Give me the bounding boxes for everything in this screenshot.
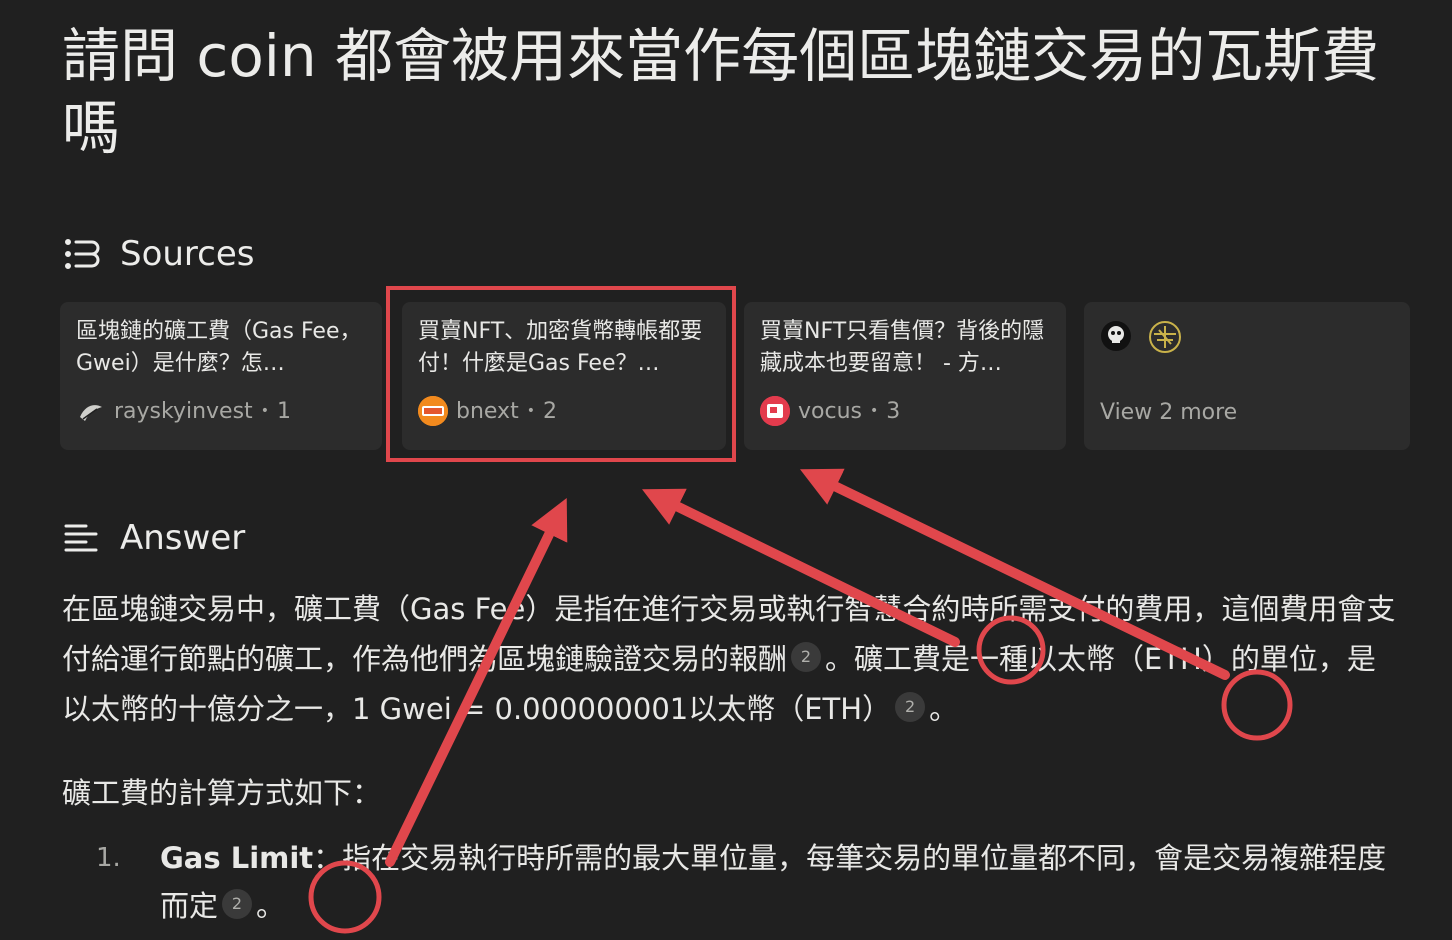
skull-favicon-icon xyxy=(1101,321,1131,351)
list-number: 1. xyxy=(96,843,121,873)
source-site-name: rayskyinvest xyxy=(114,398,253,424)
sources-icon xyxy=(65,239,100,269)
sources-label: Sources xyxy=(120,234,255,274)
source-card-title: 買賣NFT只看售價？背後的隱藏成本也要留意！ - 方… xyxy=(760,319,1045,376)
list-description: ：指在交易執行時所需的最大單位量，每筆交易的單位量都不同，會是交易複雜程度而定 xyxy=(160,841,1387,923)
source-card-meta: rayskyinvest • 1 xyxy=(76,396,366,426)
source-card-rayskyinvest[interactable]: 區塊鏈的礦工費（Gas Fee，Gwei）是什麼？怎… rayskyinvest… xyxy=(60,302,382,450)
list-end: 。 xyxy=(256,889,286,923)
rayskyinvest-favicon-icon xyxy=(76,396,106,426)
source-card-vocus[interactable]: 買賣NFT只看售價？背後的隱藏成本也要留意！ - 方… vocus • 3 xyxy=(744,302,1066,450)
separator-dot: • xyxy=(869,403,879,419)
vocus-favicon-icon xyxy=(760,396,790,426)
citation-badge[interactable]: 2 xyxy=(791,642,822,672)
source-card-meta: vocus • 3 xyxy=(760,396,1050,426)
answer-text: 。 xyxy=(929,692,959,726)
source-index: 3 xyxy=(886,398,901,424)
source-site-name: vocus xyxy=(798,398,862,424)
sources-header: Sources xyxy=(62,234,255,274)
view-more-card[interactable]: View 2 more xyxy=(1084,302,1410,450)
citation-badge[interactable]: 2 xyxy=(895,692,926,722)
annotation-highlight-box xyxy=(386,286,736,462)
answer-subheading: 礦工費的計算方式如下： xyxy=(62,776,382,810)
answer-paragraph: 在區塊鏈交易中，礦工費（Gas Fee）是指在進行交易或執行智慧合約時所需支付的… xyxy=(62,584,1402,734)
answer-page: 請問 coin 都會被用來當作每個區塊鏈交易的瓦斯費嗎 Sources 區塊鏈的… xyxy=(0,0,1452,940)
gold-emblem-favicon-icon xyxy=(1149,321,1181,353)
view-more-link[interactable]: View 2 more xyxy=(1100,400,1394,425)
question-title: 請問 coin 都會被用來當作每個區塊鏈交易的瓦斯費嗎 xyxy=(62,22,1380,162)
source-index: 1 xyxy=(276,398,291,424)
source-card-title: 區塊鏈的礦工費（Gas Fee，Gwei）是什麼？怎… xyxy=(76,319,362,376)
answer-header: Answer xyxy=(62,518,245,558)
list-term: Gas Limit xyxy=(160,841,314,875)
citation-badge[interactable]: 2 xyxy=(222,889,253,919)
separator-dot: • xyxy=(260,403,269,419)
answer-label: Answer xyxy=(120,518,246,558)
more-sources-icons xyxy=(1100,320,1394,354)
list-item-text: Gas Limit：指在交易執行時所需的最大單位量，每筆交易的單位量都不同，會是… xyxy=(160,834,1400,930)
answer-icon xyxy=(64,524,98,552)
